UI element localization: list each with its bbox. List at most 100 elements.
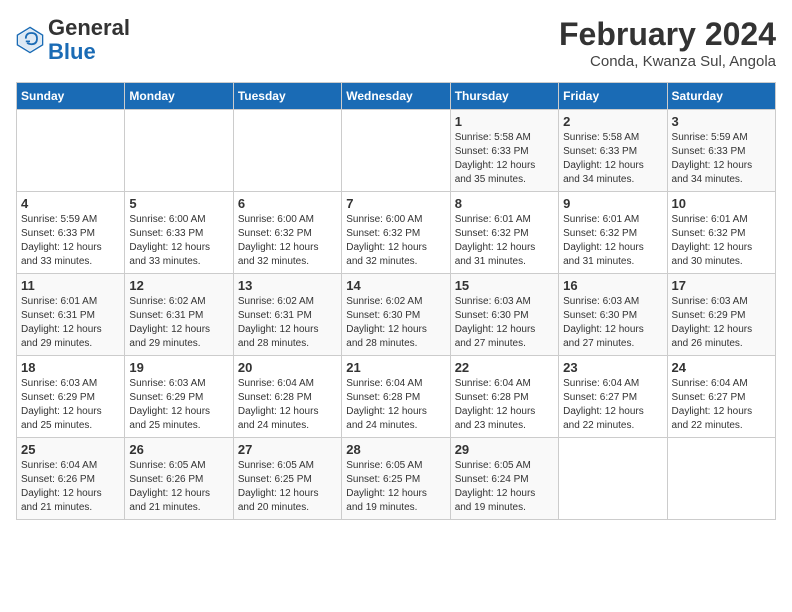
calendar-day-cell: 13Sunrise: 6:02 AMSunset: 6:31 PMDayligh… xyxy=(233,274,341,356)
day-number: 28 xyxy=(346,442,445,457)
day-number: 10 xyxy=(672,196,771,211)
day-number: 15 xyxy=(455,278,554,293)
calendar-day-cell: 2 Sunrise: 5:58 AMSunset: 6:33 PMDaylight… xyxy=(559,110,667,192)
logo-general-text: General xyxy=(48,15,130,40)
day-number: 1 xyxy=(455,114,554,129)
calendar-day-cell: 10 Sunrise: 6:01 AMSunset: 6:32 PMDayligh… xyxy=(667,192,775,274)
calendar-day-cell: 25 Sunrise: 6:04 AMSunset: 6:26 PMDayligh… xyxy=(17,438,125,520)
calendar-day-cell: 16 Sunrise: 6:03 AMSunset: 6:30 PMDayligh… xyxy=(559,274,667,356)
calendar-week-row: 25 Sunrise: 6:04 AMSunset: 6:26 PMDayligh… xyxy=(17,438,776,520)
day-number: 5 xyxy=(129,196,228,211)
calendar-day-cell: 26 Sunrise: 6:05 AMSunset: 6:26 PMDayligh… xyxy=(125,438,233,520)
day-info: Sunrise: 5:59 AMSunset: 6:33 PMDaylight:… xyxy=(21,213,120,269)
logo-blue-text: Blue xyxy=(48,39,96,64)
calendar-day-cell: 21Sunrise: 6:04 AMSunset: 6:28 PMDayligh… xyxy=(342,356,450,438)
day-info: Sunrise: 5:58 AMSunset: 6:33 PMDaylight:… xyxy=(455,131,554,187)
calendar-table: SundayMondayTuesdayWednesdayThursdayFrid… xyxy=(16,82,776,520)
calendar-day-cell: 19 Sunrise: 6:03 AMSunset: 6:29 PMDayligh… xyxy=(125,356,233,438)
day-info: Sunrise: 6:04 AMSunset: 6:26 PMDaylight:… xyxy=(21,459,120,515)
day-info: Sunrise: 6:05 AMSunset: 6:26 PMDaylight:… xyxy=(129,459,228,515)
calendar-day-cell: 29 Sunrise: 6:05 AMSunset: 6:24 PMDayligh… xyxy=(450,438,558,520)
day-info: Sunrise: 6:00 AMSunset: 6:33 PMDaylight:… xyxy=(129,213,228,269)
day-of-week-header: Friday xyxy=(559,83,667,110)
day-of-week-header: Thursday xyxy=(450,83,558,110)
day-of-week-header: Saturday xyxy=(667,83,775,110)
calendar-week-row: 18Sunrise: 6:03 AMSunset: 6:29 PMDayligh… xyxy=(17,356,776,438)
day-info: Sunrise: 6:04 AMSunset: 6:28 PMDaylight:… xyxy=(455,377,554,433)
calendar-week-row: 4 Sunrise: 5:59 AMSunset: 6:33 PMDaylight… xyxy=(17,192,776,274)
day-info: Sunrise: 6:03 AMSunset: 6:30 PMDaylight:… xyxy=(563,295,662,351)
day-number: 17 xyxy=(672,278,771,293)
calendar-day-cell xyxy=(233,110,341,192)
calendar-day-cell: 3 Sunrise: 5:59 AMSunset: 6:33 PMDaylight… xyxy=(667,110,775,192)
day-number: 9 xyxy=(563,196,662,211)
day-number: 20 xyxy=(238,360,337,375)
day-info: Sunrise: 6:04 AMSunset: 6:27 PMDaylight:… xyxy=(563,377,662,433)
title-section: February 2024 Conda, Kwanza Sul, Angola xyxy=(559,16,776,70)
calendar-day-cell: 1 Sunrise: 5:58 AMSunset: 6:33 PMDaylight… xyxy=(450,110,558,192)
day-info: Sunrise: 6:04 AMSunset: 6:28 PMDaylight:… xyxy=(346,377,445,433)
day-info: Sunrise: 6:01 AMSunset: 6:32 PMDaylight:… xyxy=(672,213,771,269)
calendar-day-cell: 11 Sunrise: 6:01 AMSunset: 6:31 PMDayligh… xyxy=(17,274,125,356)
calendar-day-cell: 4 Sunrise: 5:59 AMSunset: 6:33 PMDaylight… xyxy=(17,192,125,274)
day-info: Sunrise: 6:02 AMSunset: 6:30 PMDaylight:… xyxy=(346,295,445,351)
calendar-day-cell: 6 Sunrise: 6:00 AMSunset: 6:32 PMDaylight… xyxy=(233,192,341,274)
day-number: 3 xyxy=(672,114,771,129)
day-of-week-header: Monday xyxy=(125,83,233,110)
day-number: 22 xyxy=(455,360,554,375)
day-info: Sunrise: 5:59 AMSunset: 6:33 PMDaylight:… xyxy=(672,131,771,187)
day-number: 13 xyxy=(238,278,337,293)
location-subtitle: Conda, Kwanza Sul, Angola xyxy=(559,53,776,70)
day-number: 7 xyxy=(346,196,445,211)
day-number: 29 xyxy=(455,442,554,457)
calendar-day-cell: 22 Sunrise: 6:04 AMSunset: 6:28 PMDayligh… xyxy=(450,356,558,438)
day-info: Sunrise: 6:04 AMSunset: 6:27 PMDaylight:… xyxy=(672,377,771,433)
day-number: 4 xyxy=(21,196,120,211)
day-number: 6 xyxy=(238,196,337,211)
month-year-title: February 2024 xyxy=(559,16,776,53)
day-info: Sunrise: 6:05 AMSunset: 6:25 PMDaylight:… xyxy=(346,459,445,515)
day-info: Sunrise: 6:05 AMSunset: 6:24 PMDaylight:… xyxy=(455,459,554,515)
calendar-day-cell: 23Sunrise: 6:04 AMSunset: 6:27 PMDayligh… xyxy=(559,356,667,438)
day-info: Sunrise: 6:03 AMSunset: 6:29 PMDaylight:… xyxy=(672,295,771,351)
day-info: Sunrise: 6:03 AMSunset: 6:30 PMDaylight:… xyxy=(455,295,554,351)
day-info: Sunrise: 5:58 AMSunset: 6:33 PMDaylight:… xyxy=(563,131,662,187)
day-of-week-header: Wednesday xyxy=(342,83,450,110)
calendar-day-cell: 15 Sunrise: 6:03 AMSunset: 6:30 PMDayligh… xyxy=(450,274,558,356)
day-info: Sunrise: 6:01 AMSunset: 6:31 PMDaylight:… xyxy=(21,295,120,351)
day-info: Sunrise: 6:03 AMSunset: 6:29 PMDaylight:… xyxy=(21,377,120,433)
day-number: 12 xyxy=(129,278,228,293)
day-number: 11 xyxy=(21,278,120,293)
calendar-day-cell: 27 Sunrise: 6:05 AMSunset: 6:25 PMDayligh… xyxy=(233,438,341,520)
calendar-day-cell xyxy=(559,438,667,520)
day-info: Sunrise: 6:00 AMSunset: 6:32 PMDaylight:… xyxy=(238,213,337,269)
calendar-day-cell: 24Sunrise: 6:04 AMSunset: 6:27 PMDayligh… xyxy=(667,356,775,438)
day-number: 16 xyxy=(563,278,662,293)
day-info: Sunrise: 6:01 AMSunset: 6:32 PMDaylight:… xyxy=(563,213,662,269)
calendar-day-cell xyxy=(667,438,775,520)
day-number: 26 xyxy=(129,442,228,457)
day-number: 2 xyxy=(563,114,662,129)
calendar-day-cell xyxy=(17,110,125,192)
calendar-day-cell: 17 Sunrise: 6:03 AMSunset: 6:29 PMDayligh… xyxy=(667,274,775,356)
day-info: Sunrise: 6:01 AMSunset: 6:32 PMDaylight:… xyxy=(455,213,554,269)
day-number: 27 xyxy=(238,442,337,457)
day-info: Sunrise: 6:03 AMSunset: 6:29 PMDaylight:… xyxy=(129,377,228,433)
day-info: Sunrise: 6:05 AMSunset: 6:25 PMDaylight:… xyxy=(238,459,337,515)
logo: General Blue xyxy=(16,16,130,64)
day-info: Sunrise: 6:02 AMSunset: 6:31 PMDaylight:… xyxy=(129,295,228,351)
calendar-day-cell xyxy=(342,110,450,192)
calendar-day-cell: 18Sunrise: 6:03 AMSunset: 6:29 PMDayligh… xyxy=(17,356,125,438)
calendar-week-row: 11 Sunrise: 6:01 AMSunset: 6:31 PMDayligh… xyxy=(17,274,776,356)
logo-icon xyxy=(16,26,44,54)
day-number: 19 xyxy=(129,360,228,375)
page-header: General Blue February 2024 Conda, Kwanza… xyxy=(16,16,776,70)
day-of-week-header: Sunday xyxy=(17,83,125,110)
calendar-day-cell: 7 Sunrise: 6:00 AMSunset: 6:32 PMDaylight… xyxy=(342,192,450,274)
day-number: 25 xyxy=(21,442,120,457)
calendar-day-cell: 12 Sunrise: 6:02 AMSunset: 6:31 PMDayligh… xyxy=(125,274,233,356)
day-number: 14 xyxy=(346,278,445,293)
calendar-day-cell xyxy=(125,110,233,192)
calendar-day-cell: 9 Sunrise: 6:01 AMSunset: 6:32 PMDaylight… xyxy=(559,192,667,274)
day-info: Sunrise: 6:00 AMSunset: 6:32 PMDaylight:… xyxy=(346,213,445,269)
